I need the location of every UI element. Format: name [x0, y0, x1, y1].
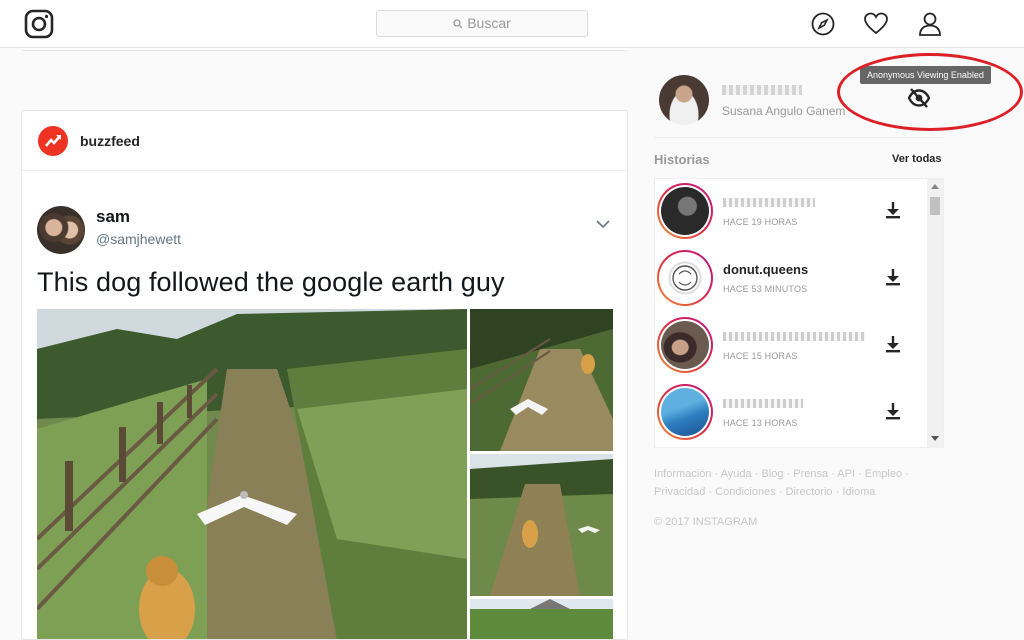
see-all-stories-link[interactable]: Ver todas — [892, 153, 942, 165]
previous-post-edge — [22, 48, 628, 51]
main-photo — [37, 309, 467, 639]
download-icon[interactable] — [885, 201, 901, 219]
footer-link[interactable]: API — [837, 468, 855, 480]
footer-link[interactable]: Idioma — [842, 486, 875, 498]
heart-icon[interactable] — [863, 11, 889, 37]
story-avatar — [661, 254, 709, 302]
feed-post: buzzfeed sam @samjhewett This dog follow… — [21, 110, 628, 640]
download-icon[interactable] — [885, 402, 901, 420]
download-icon[interactable] — [885, 268, 901, 286]
redacted-username — [723, 399, 803, 408]
story-item[interactable]: donut.queens HACE 53 MINUTOS — [655, 248, 925, 314]
story-item[interactable]: HACE 19 HORAS — [655, 181, 925, 247]
copyright: © 2017 INSTAGRAM — [654, 516, 758, 528]
download-icon[interactable] — [885, 335, 901, 353]
tweet-text: This dog followed the google earth guy — [37, 267, 505, 297]
top-navigation-bar: Buscar — [0, 0, 1024, 48]
footer-link[interactable]: Blog — [761, 468, 783, 480]
current-user-avatar[interactable] — [659, 75, 709, 125]
footer-link[interactable]: Información — [654, 468, 711, 480]
search-placeholder: Buscar — [467, 15, 511, 31]
story-time: HACE 53 MINUTOS — [723, 284, 808, 294]
stories-heading: Historias — [654, 152, 710, 167]
post-author[interactable]: buzzfeed — [80, 133, 140, 149]
tweet-author-handle: @samjhewett — [96, 231, 182, 247]
side-photo-3 — [470, 599, 613, 639]
redacted-username — [723, 332, 865, 341]
tweet-author-name: sam — [96, 207, 131, 226]
side-photo-2 — [470, 454, 613, 596]
redacted-username — [723, 198, 815, 207]
trending-arrow-icon — [45, 135, 61, 147]
buzzfeed-avatar[interactable] — [38, 126, 68, 156]
search-icon — [453, 19, 463, 29]
footer-link[interactable]: Condiciones — [715, 486, 776, 498]
story-item[interactable]: HACE 13 HORAS — [655, 382, 925, 447]
story-ring — [657, 183, 713, 239]
divider — [654, 137, 944, 138]
compass-icon[interactable] — [810, 11, 836, 37]
redacted-username — [722, 85, 802, 95]
instagram-logo-icon[interactable] — [24, 9, 54, 39]
stories-scrollbar[interactable] — [927, 179, 943, 447]
story-ring — [657, 317, 713, 373]
post-header: buzzfeed — [22, 111, 627, 171]
highlight-circle — [837, 53, 1023, 131]
footer-link[interactable]: Prensa — [793, 468, 828, 480]
story-time: HACE 13 HORAS — [723, 418, 798, 428]
search-input[interactable]: Buscar — [376, 10, 588, 37]
user-icon[interactable] — [917, 11, 943, 37]
story-avatar — [661, 388, 709, 436]
story-ring — [657, 384, 713, 440]
side-photo-1 — [470, 309, 613, 451]
stories-list[interactable]: HACE 19 HORAS donut.queens HACE 53 MINUT… — [654, 178, 944, 448]
story-ring — [657, 250, 713, 306]
footer-link[interactable]: Directorio — [785, 486, 832, 498]
story-item[interactable]: HACE 15 HORAS — [655, 315, 925, 381]
story-avatar — [661, 321, 709, 369]
story-avatar — [661, 187, 709, 235]
footer-link[interactable]: Privacidad — [654, 486, 705, 498]
tweet-avatar — [37, 206, 85, 254]
chevron-down-icon — [596, 220, 610, 229]
scroll-up-arrow-icon[interactable] — [931, 184, 939, 189]
footer-link[interactable]: Empleo — [865, 468, 902, 480]
footer-link[interactable]: Ayuda — [721, 468, 752, 480]
current-user-fullname: Susana Angulo Ganem — [722, 104, 846, 118]
story-time: HACE 19 HORAS — [723, 217, 798, 227]
footer-links: Información · Ayuda · Blog · Prensa · AP… — [654, 468, 909, 498]
story-time: HACE 15 HORAS — [723, 351, 798, 361]
scroll-down-arrow-icon[interactable] — [931, 436, 939, 441]
scrollbar-thumb[interactable] — [930, 197, 940, 215]
story-username: donut.queens — [723, 262, 809, 277]
